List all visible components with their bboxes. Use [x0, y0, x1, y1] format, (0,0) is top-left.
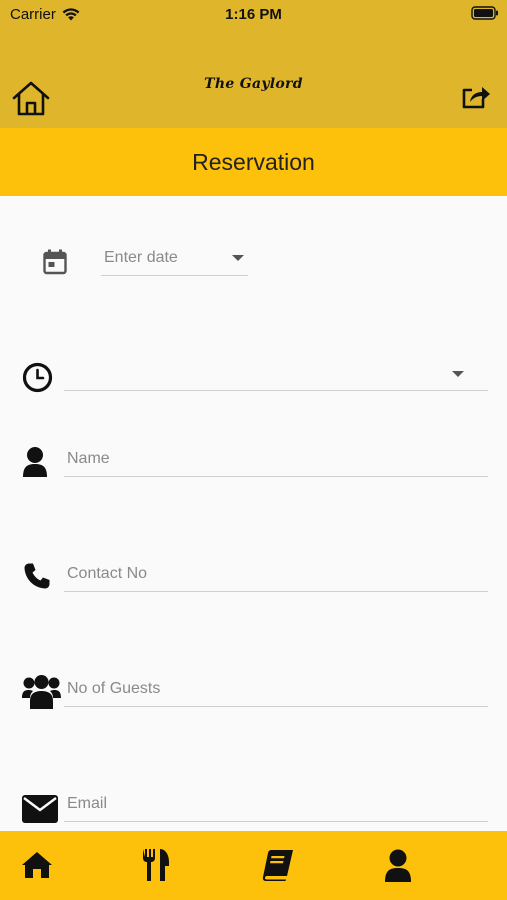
- calendar-icon: [43, 249, 67, 275]
- page-title-bar: Reservation: [0, 128, 507, 196]
- status-bar: Carrier 1:16 PM: [0, 0, 507, 30]
- phone-icon: [24, 563, 50, 589]
- utensils-icon[interactable]: [141, 848, 171, 882]
- battery-icon: [471, 6, 499, 24]
- book-icon[interactable]: [262, 849, 294, 881]
- bottom-nav: [0, 831, 507, 900]
- name-input[interactable]: Name: [64, 443, 488, 477]
- guests-input[interactable]: No of Guests: [64, 673, 488, 707]
- brand-logo: The Gaylord: [204, 76, 303, 92]
- home-icon[interactable]: [21, 851, 53, 879]
- contact-placeholder: Contact No: [67, 565, 148, 582]
- guests-placeholder: No of Guests: [67, 680, 161, 697]
- date-placeholder: Enter date: [104, 249, 178, 266]
- chevron-down-icon[interactable]: [452, 371, 464, 377]
- envelope-icon: [22, 795, 58, 823]
- page-title: Reservation: [192, 148, 315, 175]
- clock-icon: [22, 362, 53, 393]
- email-placeholder: Email: [67, 795, 108, 812]
- user-icon: [23, 447, 47, 477]
- share-icon[interactable]: [461, 84, 491, 110]
- date-field[interactable]: Enter date: [101, 242, 248, 276]
- contact-input[interactable]: Contact No: [64, 558, 488, 592]
- time-select[interactable]: [64, 357, 488, 391]
- profile-icon[interactable]: [384, 849, 412, 883]
- chevron-down-icon[interactable]: [232, 255, 244, 261]
- status-time: 1:16 PM: [225, 6, 282, 23]
- users-icon: [22, 675, 61, 709]
- email-input[interactable]: Email: [64, 788, 488, 822]
- app-bar: Carrier 1:16 PM The Gaylord: [0, 0, 507, 128]
- name-placeholder: Name: [67, 450, 110, 467]
